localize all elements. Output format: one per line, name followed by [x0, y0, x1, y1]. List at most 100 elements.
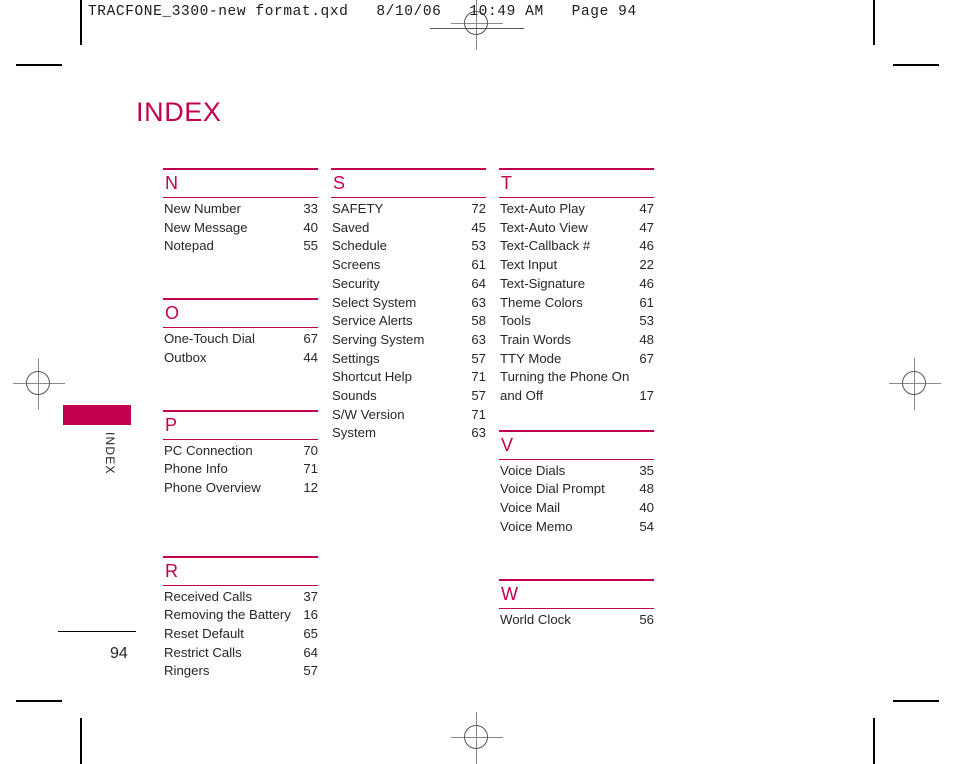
index-entry-page-number: 35: [639, 462, 654, 478]
index-entry[interactable]: Theme Colors 61: [499, 294, 654, 313]
index-entry[interactable]: Saved 45: [331, 219, 486, 238]
index-entry[interactable]: S/W Version 71: [331, 406, 486, 425]
index-entry[interactable]: Ringers 57: [163, 662, 318, 681]
index-column-1: N New Number 33 New Message 40 Notepad 55 O One-…: [163, 168, 318, 683]
index-entry-page-number: 44: [303, 349, 318, 365]
index-entry-label: Text-Auto Play: [500, 201, 586, 216]
index-entry[interactable]: Text-Auto Play 47: [499, 200, 654, 219]
index-section-n: N New Number 33 New Message 40 Notepad 55: [163, 168, 318, 256]
crop-mark-bottom-right-vertical: [873, 718, 875, 764]
index-entry-label: PC Connection: [164, 442, 253, 458]
crop-mark-bottom-left-vertical: [80, 718, 82, 764]
index-entry-label: Voice Memo: [500, 518, 573, 534]
index-entry[interactable]: Select System 63: [331, 294, 486, 313]
index-entry-label: Train Words: [500, 331, 572, 347]
index-entry-list: Text-Auto Play 47 Text-Auto View 47 Text-Cal…: [499, 198, 654, 406]
index-entry[interactable]: Removing the Battery 16: [163, 606, 318, 625]
crop-mark-bottom-left-horizontal: [16, 700, 62, 702]
index-entry-page-number: 57: [471, 388, 486, 404]
index-entry[interactable]: One-Touch Dial 67: [163, 330, 318, 349]
index-entry-page-number: 53: [639, 313, 654, 329]
index-entry-page-number: 65: [303, 626, 318, 642]
index-entry-label: Select System: [332, 294, 417, 310]
index-entry[interactable]: Serving System 63: [331, 331, 486, 350]
index-entry[interactable]: Sounds 57: [331, 387, 486, 406]
index-entry[interactable]: Notepad 55: [163, 237, 318, 256]
index-entry[interactable]: Shortcut Help 71: [331, 368, 486, 387]
index-entry[interactable]: New Message 40: [163, 219, 318, 238]
index-entry-page-number: 55: [303, 238, 318, 254]
index-entry-page-number: 71: [303, 461, 318, 477]
index-entry[interactable]: PC Connection 70: [163, 442, 318, 461]
index-entry-label: Service Alerts: [332, 313, 413, 329]
index-entry-list: SAFETY 72 Saved 45 Schedule 53 Screens 61 Securi…: [331, 198, 486, 443]
index-entry[interactable]: Text-Auto View 47: [499, 219, 654, 238]
crop-mark-top-right-vertical: [873, 0, 875, 45]
index-entry-page-number: 48: [639, 481, 654, 497]
index-entry-page-number: 71: [471, 369, 486, 385]
index-entry-label: Ringers: [164, 663, 210, 679]
index-entry[interactable]: Voice Mail 40: [499, 499, 654, 518]
index-entry-page-number: 61: [639, 294, 654, 310]
section-letter: S: [333, 173, 346, 193]
index-entry[interactable]: Turning the Phone On and Off 17: [499, 368, 654, 405]
index-entry[interactable]: Received Calls 37: [163, 588, 318, 607]
index-entry[interactable]: Reset Default 65: [163, 625, 318, 644]
index-entry-label: Voice Dial Prompt: [500, 481, 605, 497]
section-letter: R: [165, 560, 178, 581]
section-letter: V: [501, 434, 514, 455]
index-entry[interactable]: Service Alerts 58: [331, 312, 486, 331]
index-entry[interactable]: Screens 61: [331, 256, 486, 275]
index-entry[interactable]: Text-Signature 46: [499, 275, 654, 294]
index-column-2: S SAFETY 72 Saved 45 Schedule 53 Screens 61 Secur…: [331, 168, 486, 445]
index-entry-label: Text-Auto View: [500, 219, 588, 235]
index-entry-label: SAFETY: [332, 201, 384, 216]
prepress-header-rule: [430, 28, 524, 29]
index-section-p: P PC Connection 70 Phone Info 71 Phone Overvi…: [163, 409, 318, 498]
index-entry[interactable]: Voice Memo 54: [499, 518, 654, 537]
index-entry-list: New Number 33 New Message 40 Notepad 55: [163, 198, 318, 256]
index-entry[interactable]: New Number 33: [163, 200, 318, 219]
index-entry[interactable]: World Clock 56: [499, 611, 654, 630]
index-section-o: O One-Touch Dial 67 Outbox 44: [163, 298, 318, 367]
index-entry[interactable]: Schedule 53: [331, 237, 486, 256]
index-entry[interactable]: Phone Overview 12: [163, 479, 318, 498]
index-entry[interactable]: Outbox 44: [163, 349, 318, 368]
index-entry-label: Text-Signature: [500, 275, 586, 291]
section-letter: W: [501, 583, 518, 604]
index-entry-page-number: 46: [639, 238, 654, 254]
index-entry[interactable]: TTY Mode 67: [499, 350, 654, 369]
index-entry-label: Removing the Battery: [164, 607, 291, 623]
index-entry[interactable]: Voice Dial Prompt 48: [499, 480, 654, 499]
index-entry-label: Phone Info: [164, 461, 228, 477]
index-section-s: S SAFETY 72 Saved 45 Schedule 53 Screens 61 Secur…: [331, 168, 486, 443]
index-entry-label: Phone Overview: [164, 479, 261, 495]
index-entry[interactable]: Tools 53: [499, 312, 654, 331]
index-entry-page-number: 12: [303, 479, 318, 495]
index-entry-page-number: 64: [303, 644, 318, 660]
index-entry-list: Voice Dials 35 Voice Dial Prompt 48 Voice Ma…: [499, 460, 654, 537]
index-entry-page-number: 71: [471, 406, 486, 422]
index-entry-label: Voice Mail: [500, 500, 561, 516]
index-entry[interactable]: Restrict Calls 64: [163, 644, 318, 663]
index-entry-label: Tools: [500, 313, 531, 329]
index-entry[interactable]: Settings 57: [331, 350, 486, 369]
index-entry[interactable]: Text Input 22: [499, 256, 654, 275]
index-entry[interactable]: Security 64: [331, 275, 486, 294]
index-entry[interactable]: Voice Dials 35: [499, 462, 654, 481]
index-entry[interactable]: Phone Info 71: [163, 460, 318, 479]
edge-tab-label: INDEX: [103, 432, 117, 475]
index-entry[interactable]: Text-Callback # 46: [499, 237, 654, 256]
index-column-3: T Text-Auto Play 47 Text-Auto View 47 Text-Ca…: [499, 168, 654, 631]
index-entry-page-number: 22: [639, 257, 654, 273]
index-entry-page-number: 45: [471, 219, 486, 235]
index-entry[interactable]: SAFETY 72: [331, 200, 486, 219]
index-entry[interactable]: System 63: [331, 424, 486, 443]
section-letter: N: [165, 173, 178, 193]
section-letter: P: [165, 414, 178, 435]
index-entry-label: System: [332, 425, 376, 441]
index-entry[interactable]: Train Words 48: [499, 331, 654, 350]
